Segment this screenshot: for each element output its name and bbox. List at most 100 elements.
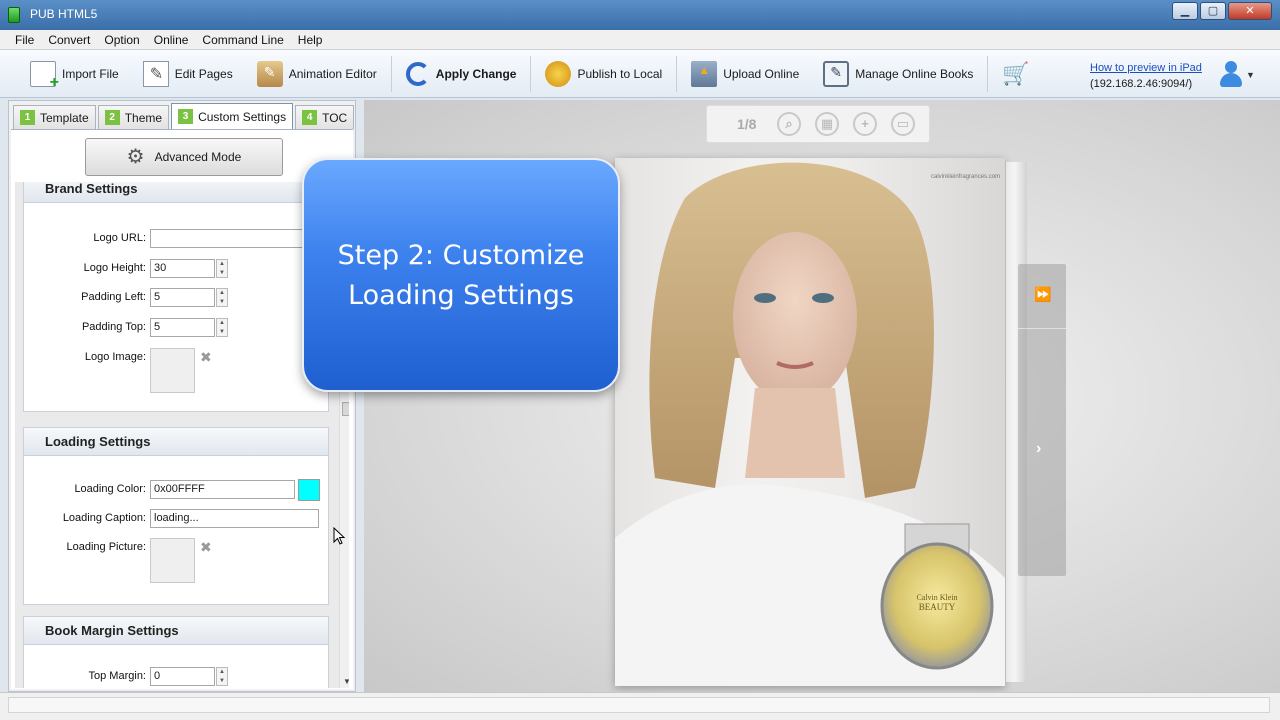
menu-command-line[interactable]: Command Line (195, 33, 290, 47)
remove-icon[interactable]: ✖ (200, 540, 214, 554)
thumbnails-icon[interactable]: ▦ (815, 112, 839, 136)
logo-url-row: Logo URL: (24, 229, 324, 249)
field-label: Loading Color: (74, 483, 146, 495)
step-callout: Step 2: Customize Loading Settings (302, 158, 620, 392)
menu-help[interactable]: Help (291, 33, 330, 47)
maximize-button[interactable]: ▢ (1200, 2, 1226, 20)
title-bar: PUB HTML5 ▁ ▢ ✕ (0, 0, 1280, 30)
book-margin-section: Book Margin Settings Top Margin: 0 ▲ ▼ (23, 616, 329, 688)
book-cover-page[interactable]: Calvin Klein BEAUTY calvinkleinfragrance… (615, 158, 1005, 686)
apply-change-button[interactable]: Apply Change (394, 54, 529, 94)
refresh-icon (405, 61, 430, 86)
fullscreen-icon[interactable]: ▭ (891, 112, 915, 136)
next-page-icon[interactable]: › (1036, 440, 1041, 458)
preview-ipad-link[interactable]: How to preview in iPad (1090, 62, 1202, 74)
publish-to-local-button[interactable]: Publish to Local (533, 54, 674, 94)
upload-label: Upload Online (723, 66, 800, 81)
padding-top-spinner[interactable]: ▲ ▼ (216, 318, 228, 337)
tab-theme[interactable]: 2 Theme (97, 105, 170, 129)
padding-top-row: Padding Top: 5 ▲ ▼ (24, 318, 324, 338)
settings-scroll-area[interactable]: Brand Settings Logo URL: Logo Height: 30… (15, 182, 349, 688)
top-margin-spinner[interactable]: ▲ ▼ (216, 667, 228, 686)
tab-custom-settings[interactable]: 3 Custom Settings (171, 103, 294, 129)
mouse-cursor-icon (333, 527, 345, 545)
callout-line-2: Loading Settings (348, 280, 574, 311)
padding-left-row: Padding Left: 5 ▲ ▼ (24, 288, 324, 308)
status-bar (0, 692, 1280, 720)
animation-editor-button[interactable]: Animation Editor (245, 54, 389, 94)
loading-caption-input[interactable]: loading... (150, 509, 319, 528)
field-label: Logo Image: (84, 351, 146, 363)
menu-option[interactable]: Option (97, 33, 146, 47)
logo-image-box[interactable] (150, 348, 195, 393)
field-label: Top Margin: (88, 670, 146, 682)
animation-editor-icon (256, 60, 283, 87)
user-icon-body (1220, 73, 1242, 87)
ip-address: (192.168.2.46:9094/) (1090, 78, 1193, 90)
menu-convert[interactable]: Convert (41, 33, 97, 47)
page-indicator: 1/8 (737, 116, 757, 132)
menu-online[interactable]: Online (147, 33, 196, 47)
tab-number: 2 (104, 110, 120, 125)
remove-icon[interactable]: ✖ (200, 350, 214, 364)
loading-picture-row: Loading Picture: ✖ (24, 538, 324, 584)
field-label: Loading Caption: (62, 512, 146, 524)
window-title: PUB HTML5 (30, 7, 98, 21)
callout-line-1: Step 2: Customize (337, 240, 585, 271)
tab-label: Custom Settings (198, 109, 287, 124)
loading-picture-box[interactable] (150, 538, 195, 583)
tab-number: 3 (178, 109, 194, 124)
preview-nav-bar: 1/8 ⌕ ▦ + ▭ (706, 105, 930, 143)
scroll-down-icon[interactable]: ▼ (343, 677, 349, 686)
chevron-down-icon[interactable]: ▼ (1246, 70, 1255, 80)
minimize-button[interactable]: ▁ (1172, 2, 1198, 20)
zoom-in-icon[interactable]: + (853, 112, 877, 136)
logo-url-input[interactable] (150, 229, 306, 248)
publish-icon (545, 60, 572, 87)
last-page-icon[interactable]: ⏩ (1034, 286, 1051, 303)
import-file-button[interactable]: Import File (18, 54, 131, 94)
manage-books-label: Manage Online Books (855, 66, 974, 81)
edit-pages-icon (142, 60, 169, 87)
menu-bar: File Convert Option Online Command Line … (0, 30, 1280, 50)
loading-settings-section: Loading Settings Loading Color: 0x00FFFF… (23, 427, 329, 605)
field-label: Padding Left: (81, 291, 146, 303)
tab-number: 4 (302, 110, 318, 125)
side-nav-divider (1018, 328, 1066, 329)
field-label: Logo Height: (83, 262, 146, 274)
logo-height-row: Logo Height: 30 ▲ ▼ (24, 259, 324, 279)
padding-left-input[interactable]: 5 (150, 288, 215, 307)
loading-color-input[interactable]: 0x00FFFF (150, 480, 295, 499)
menu-file[interactable]: File (8, 33, 41, 47)
top-margin-input[interactable]: 0 (150, 667, 215, 686)
padding-left-spinner[interactable]: ▲ ▼ (216, 288, 228, 307)
user-icon-head (1225, 61, 1237, 73)
manage-online-books-button[interactable]: Manage Online Books (811, 54, 985, 94)
cover-photo: Calvin Klein BEAUTY (615, 162, 1005, 686)
top-margin-row: Top Margin: 0 ▲ ▼ (24, 667, 324, 687)
callout-text: Step 2: Customize Loading Settings (338, 234, 585, 316)
tab-toc[interactable]: 4 TOC (295, 105, 355, 129)
tab-template[interactable]: 1 Template (13, 105, 96, 129)
logo-image-row: Logo Image: ✖ (24, 348, 324, 394)
scrollbar-thumb[interactable] (342, 402, 349, 416)
user-icon[interactable] (1218, 60, 1244, 90)
advanced-mode-button[interactable]: ⚙ Advanced Mode (85, 138, 283, 176)
close-button[interactable]: ✕ (1228, 2, 1272, 20)
search-icon[interactable]: ⌕ (777, 112, 801, 136)
logo-height-spinner[interactable]: ▲ ▼ (216, 259, 228, 278)
section-title: Loading Settings (24, 428, 328, 456)
padding-top-input[interactable]: 5 (150, 318, 215, 337)
cart-button[interactable]: 🛒 (990, 54, 1040, 94)
tab-number: 1 (20, 110, 35, 125)
flipbook[interactable]: Calvin Klein BEAUTY calvinkleinfragrance… (615, 158, 1027, 686)
url-watermark: calvinkleinfragrances.com (931, 174, 1001, 180)
logo-height-input[interactable]: 30 (150, 259, 215, 278)
window-controls: ▁ ▢ ✕ (1172, 2, 1272, 20)
color-swatch[interactable] (298, 479, 320, 501)
app-icon (8, 7, 20, 23)
edit-pages-button[interactable]: Edit Pages (131, 54, 245, 94)
toolbar: Import File Edit Pages Animation Editor … (0, 50, 1280, 98)
toolbar-separator (390, 55, 392, 92)
upload-online-button[interactable]: Upload Online (679, 54, 811, 94)
